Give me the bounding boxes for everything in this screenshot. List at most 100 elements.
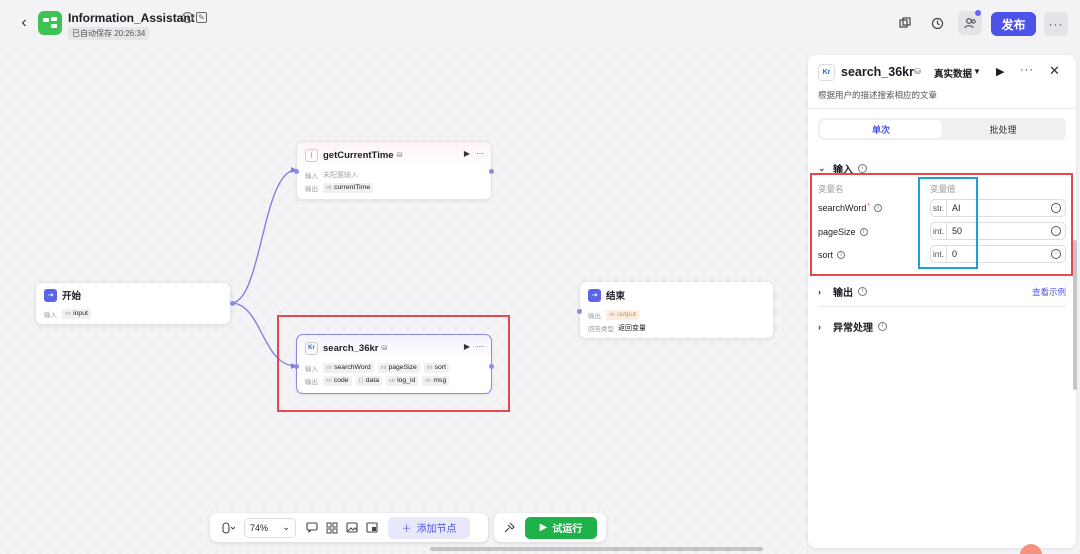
app-title: Information_Assistant [68,11,195,25]
database-icon: ⛁ [381,345,388,352]
more-icon[interactable]: ··· [1020,64,1034,76]
answer-type-value: 返回变量 [618,324,646,332]
zoom-select[interactable]: 74% ⌄ [244,517,296,538]
output-label: 输出 [588,312,601,320]
top-bar: ‹ Information_Assistant i ✎ 已自动保存 20:26:… [0,0,1080,48]
input-port[interactable] [577,309,582,314]
node-title: search_36kr [323,342,379,354]
input-port[interactable] [294,364,299,369]
run-toolbar: ▶ 试运行 [494,513,606,542]
panel-title: search_36kr [841,65,914,79]
autosave-status: 已自动保存 20:26:34 [68,27,150,40]
chevron-right-icon: › [818,286,821,297]
chevron-right-icon: › [818,321,821,332]
divider [808,108,1076,109]
end-node[interactable]: ⇥ 结束 输出 str output 回答类型 返回变量 [577,281,774,339]
error-handling-section-header[interactable]: › 异常处理 i [818,319,887,334]
see-example-link[interactable]: 查看示例 [1032,286,1066,298]
run-node-icon[interactable]: ▶ [464,149,470,158]
caret-down-icon[interactable]: ▼ [973,67,981,76]
node-title: 结束 [606,291,626,302]
notification-dot [975,10,981,16]
answer-type-label: 回答类型 [588,325,614,333]
close-icon[interactable]: ✕ [1049,63,1060,79]
test-run-label: 试运行 [552,524,583,535]
horizontal-scrollbar[interactable] [430,547,763,551]
output-var-tag: str output [606,309,640,320]
output-section-header[interactable]: › 输出 i [818,284,867,299]
node-title: getCurrentTime [323,149,394,161]
end-icon: ⇥ [588,288,601,302]
plus-icon: ＋ [401,524,412,535]
mouse-mode-icon[interactable] [216,518,240,538]
test-run-button[interactable]: ▶ 试运行 [525,516,597,539]
tab-batch[interactable]: 批处理 [942,120,1064,138]
plugin-36kr-icon: Kr [305,341,318,355]
panel-scrollbar[interactable] [1073,240,1077,390]
input-port[interactable] [294,169,299,174]
input-var-tag: str searchWord [323,362,374,373]
start-node[interactable]: ⇥ 开始 输入 str input [35,282,235,325]
info-icon[interactable]: i [858,287,867,296]
plugin-36kr-icon: Kr [818,64,835,81]
chevron-down-icon: ⌄ [282,522,290,532]
input-label: 输入 [305,365,318,373]
back-icon[interactable]: ‹ [16,14,32,32]
output-port[interactable] [489,169,494,174]
run-node-icon[interactable]: ▶ [996,65,1004,78]
input-var-tag: int sort [423,362,449,373]
output-var-tag: str currentTime [323,182,374,193]
output-port[interactable] [489,364,494,369]
node-config-panel: Kr search_36kr ⛁ 真实数据 ▼ ▶ ··· ✕ 根据用户的描述搜… [808,55,1076,548]
publish-button[interactable]: 发布 [991,12,1036,36]
edit-icon[interactable]: ✎ [196,12,207,23]
comment-icon[interactable] [302,518,322,538]
input-label: 输入 [44,311,57,319]
output-port[interactable] [230,301,235,306]
image-icon[interactable] [342,518,362,538]
output-var-tag: str msg [422,375,450,386]
panel-description: 根据用户的描述搜索相应的文章 [818,90,938,100]
output-var-tag: int code [323,375,352,386]
history-icon[interactable] [926,12,948,34]
copy-icon[interactable] [894,12,916,34]
zoom-value: 74% [250,522,269,533]
database-icon: ⛁ [396,152,403,159]
minimap-icon[interactable] [362,518,382,538]
input-var-tag: str input [62,308,91,319]
input-label: 输入 [305,172,318,180]
debug-icon[interactable] [499,518,519,538]
node-title: 开始 [62,291,82,302]
input-unconfigured: 未配置输入 [323,171,358,179]
info-icon[interactable]: i [858,164,867,173]
output-label: 输出 [305,378,318,386]
database-icon: ⛁ [914,67,921,76]
data-mode-select[interactable]: 真实数据 [934,66,972,80]
output-var-tag: { } data [355,375,382,386]
app-logo [38,11,62,35]
node-more-icon[interactable]: ··· [476,342,484,351]
output-var-tag: str log_id [386,375,419,386]
info-icon[interactable]: i [878,322,887,331]
input-var-tag: int pageSize [377,362,420,373]
divider [818,306,1066,307]
run-node-icon[interactable]: ▶ [464,342,470,351]
divider [818,277,1066,278]
run-mode-tabs: 单次 批处理 [818,118,1066,140]
search-36kr-node[interactable]: Kr search_36kr ⛁ ▶ ··· 输入 str searchWord i… [294,334,494,394]
highlight-box-values [918,177,978,269]
add-node-button[interactable]: ＋ 添加节点 [388,516,470,539]
error-section-label: 异常处理 [833,323,873,334]
add-node-label: 添加节点 [416,524,457,535]
node-more-icon[interactable]: ··· [476,149,484,158]
tab-single[interactable]: 单次 [820,120,942,138]
canvas-toolbar: 74% ⌄ ＋ 添加节点 [210,513,488,542]
play-icon: ▶ [539,522,548,533]
output-label: 输出 [305,185,318,193]
start-icon: ⇥ [44,288,57,302]
info-icon[interactable]: i [182,12,193,23]
get-current-time-node[interactable]: ( getCurrentTime ⛁ ▶ ··· 输入 未配置输入 输出 str c… [294,141,494,200]
output-section-label: 输出 [833,288,853,299]
more-icon[interactable]: ··· [1044,12,1068,36]
layout-icon[interactable] [322,518,342,538]
